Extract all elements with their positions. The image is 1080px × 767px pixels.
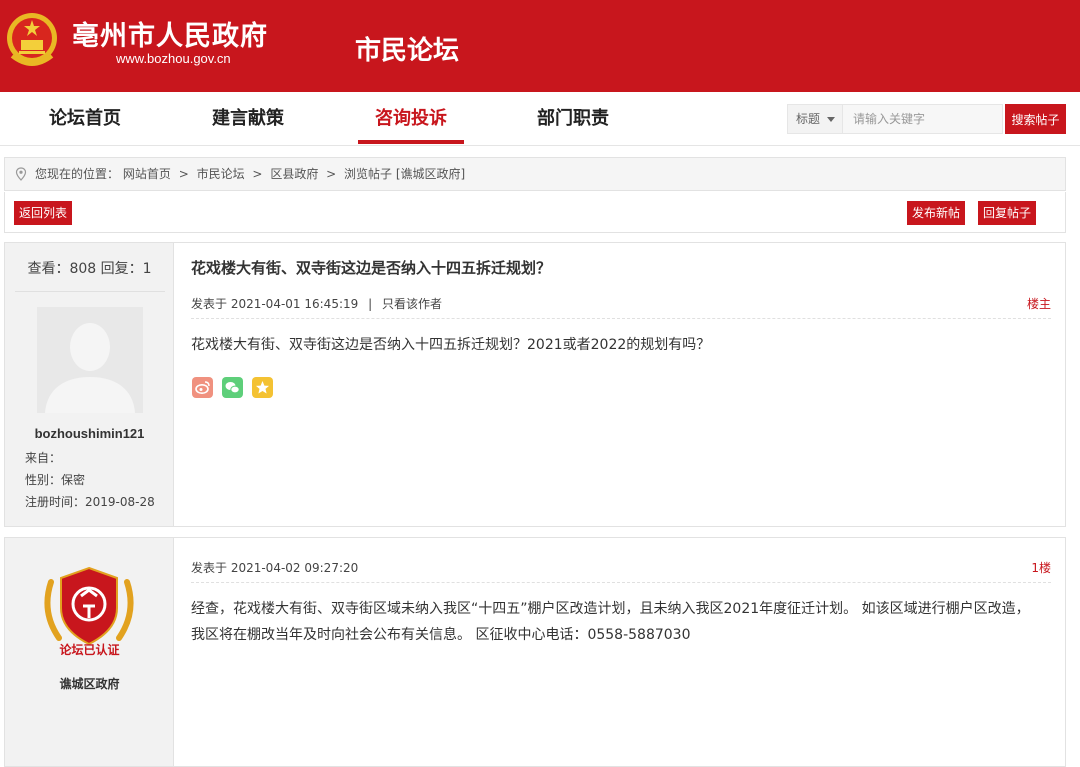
breadcrumb-separator: >	[326, 167, 337, 181]
breadcrumb-current: 浏览帖子 [谯城区政府]	[344, 167, 466, 181]
post-meta: 发表于 2021-04-01 16:45:19 | 只看该作者	[191, 295, 442, 312]
breadcrumb-separator: >	[252, 167, 263, 181]
author-org-name[interactable]: 谯城区政府	[5, 675, 174, 692]
default-avatar-icon	[37, 307, 143, 413]
post-meta: 发表于 2021-04-02 09:27:20	[191, 559, 358, 576]
post-time: 发表于 2021-04-02 09:27:20	[191, 561, 359, 575]
new-post-button[interactable]: 发布新帖	[907, 201, 966, 225]
forum-title[interactable]: 市民论坛	[355, 30, 459, 67]
active-tab-indicator	[358, 140, 464, 144]
post-reply: 论坛已认证 谯城区政府 发表于 2021-04-02 09:27:20 1楼 经…	[4, 537, 1066, 767]
author-gender: 性别：保密	[25, 473, 86, 487]
post-title: 花戏楼大有街、双寺街这边是否纳入十四五拆迁规划？	[191, 259, 552, 277]
breadcrumb: 您现在的位置： 网站首页 > 市民论坛 > 区县政府 > 浏览帖子 [谯城区政府…	[4, 157, 1066, 191]
post-content-line: 我区将在棚改当年及时向社会公布有关信息。 区征收中心电话：0558-588703…	[191, 627, 691, 643]
weibo-icon[interactable]	[192, 377, 213, 398]
author-username[interactable]: bozhoushimin121	[5, 426, 174, 441]
post-content: 花戏楼大有街、双寺街这边是否纳入十四五拆迁规划？2021或者2022的规划有吗？	[191, 337, 711, 353]
breadcrumb-home[interactable]: 网站首页	[123, 167, 171, 181]
nav-item-consult-complaint[interactable]: 咨询投诉	[368, 92, 454, 146]
breadcrumb-separator: >	[178, 167, 189, 181]
breadcrumb-forum[interactable]: 市民论坛	[197, 167, 245, 181]
floor-label: 1楼	[1031, 561, 1051, 575]
divider	[191, 582, 1051, 583]
wechat-icon[interactable]	[222, 377, 243, 398]
divider	[191, 318, 1051, 319]
reply-post-button[interactable]: 回复帖子	[978, 201, 1037, 225]
search-button[interactable]: 搜索帖子	[1005, 104, 1066, 134]
author-register-date: 注册时间：2019-08-28	[25, 495, 155, 509]
avatar[interactable]	[37, 307, 143, 413]
author-from: 来自：	[25, 451, 62, 465]
search-type-label: 标题	[796, 112, 821, 126]
chevron-down-icon	[827, 117, 835, 122]
verified-badge-text: 论坛已认证	[59, 643, 120, 657]
location-pin-icon	[15, 167, 27, 181]
search-type-select[interactable]: 标题	[787, 104, 843, 134]
view-reply-stats: 查看：808 回复：1	[27, 261, 152, 277]
nav-item-forum-home[interactable]: 论坛首页	[42, 92, 128, 146]
post-content: 经查，花戏楼大有街、双寺街区域未纳入我区“十四五”棚户区改造计划，且未纳入我区2…	[191, 596, 1051, 648]
breadcrumb-district[interactable]: 区县政府	[270, 167, 318, 181]
breadcrumb-prefix: 您现在的位置：	[35, 167, 120, 181]
action-bar: 返回列表 发布新帖 回复帖子	[4, 192, 1066, 233]
site-header: 亳州市人民政府 www.bozhou.gov.cn 市民论坛	[0, 0, 1080, 92]
back-to-list-button[interactable]: 返回列表	[14, 201, 73, 225]
nav-item-department-duties[interactable]: 部门职责	[530, 92, 616, 146]
search-input[interactable]	[843, 104, 1003, 134]
national-emblem-icon	[7, 13, 57, 66]
author-panel: 论坛已认证 谯城区政府	[5, 538, 174, 766]
author-only-link[interactable]: 只看该作者	[382, 297, 442, 311]
meta-separator: |	[368, 297, 373, 311]
site-url[interactable]: www.bozhou.gov.cn	[116, 51, 231, 66]
post-content-line: 经查，花戏楼大有街、双寺街区域未纳入我区“十四五”棚户区改造计划，且未纳入我区2…	[191, 601, 1030, 617]
nav-item-suggestions[interactable]: 建言献策	[205, 92, 291, 146]
post-original: 查看：808 回复：1 bozhoushimin121 来自： 性别：保密 注册…	[4, 242, 1066, 527]
author-panel: 查看：808 回复：1 bozhoushimin121 来自： 性别：保密 注册…	[5, 243, 174, 526]
floor-label: 楼主	[1026, 297, 1051, 311]
site-title[interactable]: 亳州市人民政府	[72, 14, 268, 53]
divider	[15, 291, 165, 292]
qzone-star-icon[interactable]	[252, 377, 273, 398]
post-time: 发表于 2021-04-01 16:45:19	[191, 297, 359, 311]
